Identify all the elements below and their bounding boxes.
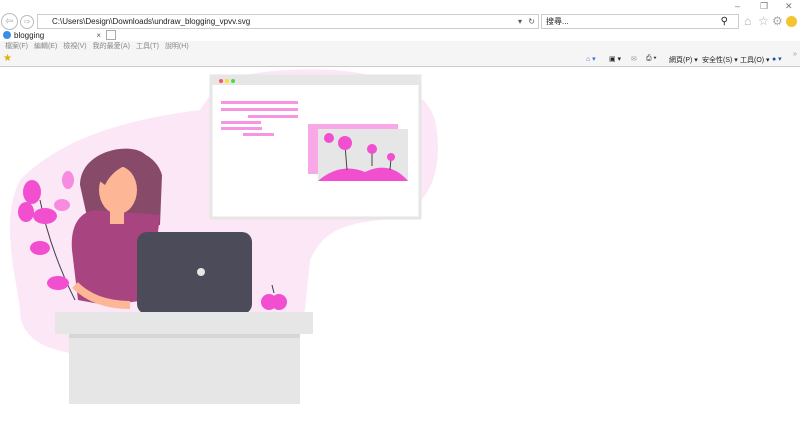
menu-help[interactable]: 說明(H) — [165, 43, 189, 50]
desk-body — [69, 334, 300, 404]
mail-icon[interactable]: ✉ — [631, 55, 637, 63]
menu-bar: 檔案(F) 編輯(E) 檢視(V) 我的最愛(A) 工具(T) 說明(H) — [0, 41, 800, 53]
menu-view[interactable]: 檢視(V) — [63, 43, 86, 50]
search-icon[interactable]: ⚲ — [721, 15, 728, 28]
add-favorites-icon[interactable]: ★ — [3, 53, 12, 64]
tab-close-icon[interactable]: × — [96, 30, 101, 41]
more-chevron[interactable]: » — [793, 51, 797, 58]
laptop-logo — [197, 268, 205, 276]
svg-content — [0, 68, 800, 429]
print-icon[interactable]: ⎙ ▾ — [646, 55, 657, 63]
menu-file[interactable]: 檔案(F) — [5, 43, 28, 50]
feedback-smiley-icon[interactable] — [786, 16, 797, 27]
search-placeholder: 搜尋... — [546, 17, 569, 26]
help-icon[interactable]: ● ▾ — [772, 55, 782, 63]
menu-tools[interactable]: 工具(T) — [136, 43, 159, 50]
home-icon[interactable]: ⌂ — [744, 14, 751, 28]
navigation-bar: ⇦ ⇨ C:\Users\Design\Downloads\undraw_blo… — [0, 13, 800, 31]
maximize-button[interactable]: ❐ — [760, 1, 768, 12]
close-button[interactable]: ✕ — [785, 1, 793, 12]
ie-icon — [3, 31, 11, 39]
browser-window — [209, 74, 422, 220]
command-bar: ★ ⌂ ▾ ▣ ▾ ✉ ⎙ ▾ 網頁(P) ▾ 安全性(S) ▾ 工具(O) ▾… — [0, 51, 800, 67]
tab-label: blogging — [14, 31, 45, 40]
dropdown-icon[interactable]: ▾ — [518, 15, 522, 28]
desk-top — [55, 312, 313, 334]
menu-favorites[interactable]: 我的最愛(A) — [93, 43, 130, 50]
tools-menu[interactable]: 工具(O) ▾ — [740, 55, 770, 65]
page-menu[interactable]: 網頁(P) ▾ — [669, 55, 698, 65]
feeds-icon[interactable]: ▣ ▾ — [609, 55, 621, 63]
menu-edit[interactable]: 編輯(E) — [34, 43, 57, 50]
search-input[interactable]: 搜尋... ⚲ — [541, 14, 739, 29]
blogging-illustration — [9, 69, 438, 404]
minimize-button[interactable]: – — [735, 1, 740, 11]
back-button[interactable]: ⇦ — [1, 13, 18, 30]
home-page-icon[interactable]: ⌂ ▾ — [586, 55, 596, 63]
forward-button[interactable]: ⇨ — [20, 15, 34, 29]
refresh-icon[interactable]: ↻ — [528, 15, 535, 28]
settings-gear-icon[interactable]: ⚙ — [772, 14, 783, 28]
safety-menu[interactable]: 安全性(S) ▾ — [702, 55, 738, 65]
title-bar: – ❐ ✕ — [0, 0, 800, 14]
address-text: C:\Users\Design\Downloads\undraw_bloggin… — [52, 17, 251, 26]
laptop — [137, 232, 252, 314]
address-bar[interactable]: C:\Users\Design\Downloads\undraw_bloggin… — [37, 14, 539, 29]
tab-strip: blogging × — [0, 30, 800, 42]
new-tab-button[interactable] — [106, 30, 116, 40]
favorites-star-icon[interactable]: ☆ — [758, 14, 769, 28]
